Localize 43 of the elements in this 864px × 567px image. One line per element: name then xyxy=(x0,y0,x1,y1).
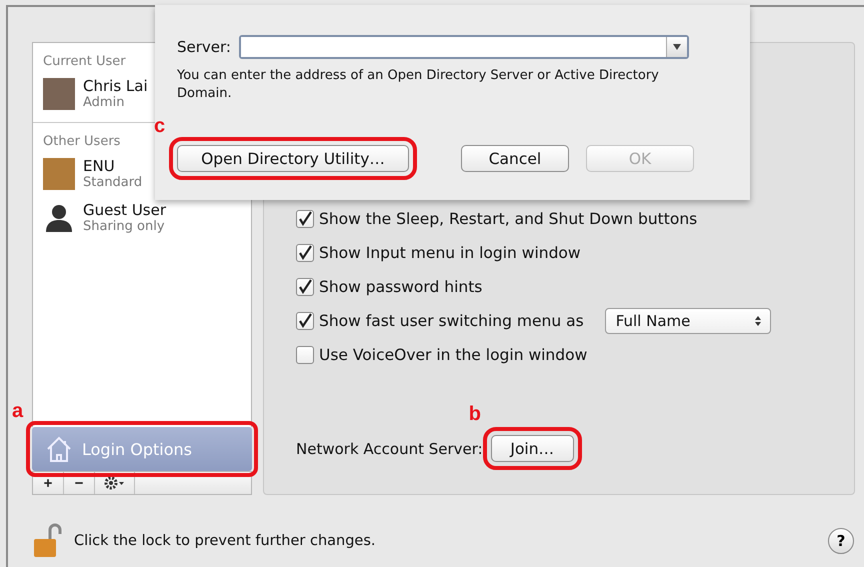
server-label: Server: xyxy=(177,38,231,56)
callout-letter: a xyxy=(12,400,24,423)
dropdown-arrow-icon xyxy=(672,43,682,51)
option-label: Use VoiceOver in the login window xyxy=(319,346,588,364)
option-label: Show Input menu in login window xyxy=(319,244,581,262)
option-label: Show fast user switching menu as xyxy=(319,312,584,330)
dialog-button[interactable]: Cancel xyxy=(461,145,569,172)
option-label: Show the Sleep, Restart, and Shut Down buttons xyxy=(319,210,698,228)
stepper-arrows-icon xyxy=(754,315,762,327)
dropdown[interactable]: Full Name xyxy=(604,308,771,334)
user-name: Guest User xyxy=(83,201,166,219)
user-item[interactable]: Guest User Sharing only xyxy=(33,196,251,240)
checkbox[interactable] xyxy=(296,312,314,330)
checkmark-icon xyxy=(297,279,313,295)
add-button[interactable]: + xyxy=(33,472,64,494)
remove-button[interactable]: − xyxy=(64,472,95,494)
server-hint: You can enter the address of an Open Directory Server or Active Directory Domain. xyxy=(177,67,660,103)
option-label: Show password hints xyxy=(319,278,482,296)
checkbox[interactable] xyxy=(296,210,314,228)
checkmark-icon xyxy=(297,313,313,329)
help-button[interactable]: ? xyxy=(828,528,854,554)
user-role: Admin xyxy=(83,95,126,111)
user-role: Sharing only xyxy=(83,219,166,235)
checkmark-icon xyxy=(297,245,313,261)
network-label: Network Account Server: xyxy=(296,440,483,458)
user-name: ENU xyxy=(83,157,116,175)
photo-placeholder xyxy=(43,78,75,110)
section-heading: Other Users xyxy=(43,134,120,149)
user-name: Chris Lai xyxy=(83,77,148,95)
section-heading: Current User xyxy=(43,54,126,69)
checkbox[interactable] xyxy=(296,278,314,296)
photo-placeholder xyxy=(43,158,75,190)
callout-letter: c xyxy=(154,115,166,138)
lock-message: Click the lock to prevent further changes. xyxy=(74,533,377,549)
user-role: Standard xyxy=(83,175,142,191)
unlocked-padlock-icon xyxy=(32,523,64,559)
person-silhouette-icon xyxy=(43,202,75,234)
gear-icon xyxy=(104,476,126,490)
checkbox[interactable] xyxy=(296,244,314,262)
checkbox[interactable] xyxy=(296,346,314,364)
checkmark-icon xyxy=(297,211,313,227)
dropdown-button[interactable] xyxy=(666,37,687,57)
callout-letter: b xyxy=(468,403,481,426)
